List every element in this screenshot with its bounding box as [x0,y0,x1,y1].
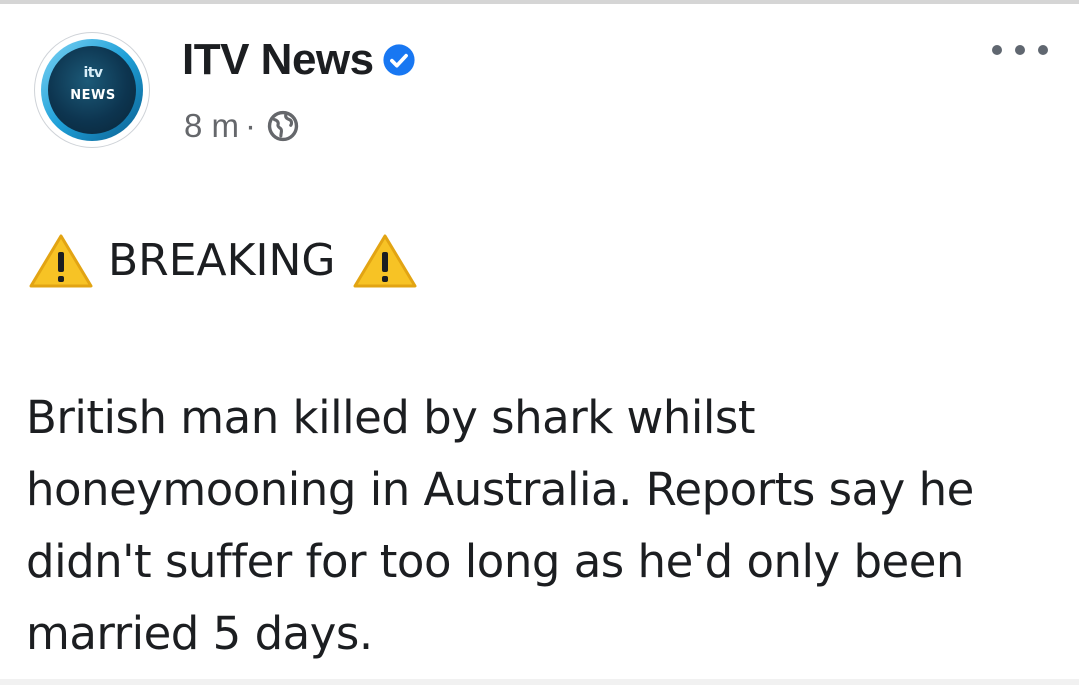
avatar-brand-label: itv [83,65,103,81]
bottom-divider [0,679,1079,685]
more-dot-icon [992,45,1002,55]
avatar[interactable]: itv NEWS [34,32,150,148]
avatar-news-label: NEWS [70,88,116,103]
warning-icon [29,234,93,288]
post-card: itv NEWS ITV News 8 m · BREAKING British… [0,0,1079,685]
page-name-link[interactable]: ITV News [182,34,416,86]
meta-separator: · [245,107,257,144]
verified-badge-icon [383,44,415,76]
breaking-headline: BREAKING [28,226,418,296]
globe-icon[interactable] [266,109,300,143]
page-name: ITV News [182,35,374,84]
warning-icon [353,234,416,288]
breaking-label: BREAKING [108,235,336,286]
more-dot-icon [1015,45,1025,55]
post-timestamp[interactable]: 8 m [184,104,239,148]
post-meta: 8 m · [184,104,300,148]
post-body-text: British man killed by shark whilst honey… [26,391,974,660]
more-options-button[interactable] [992,38,1048,62]
more-dot-icon [1038,45,1048,55]
